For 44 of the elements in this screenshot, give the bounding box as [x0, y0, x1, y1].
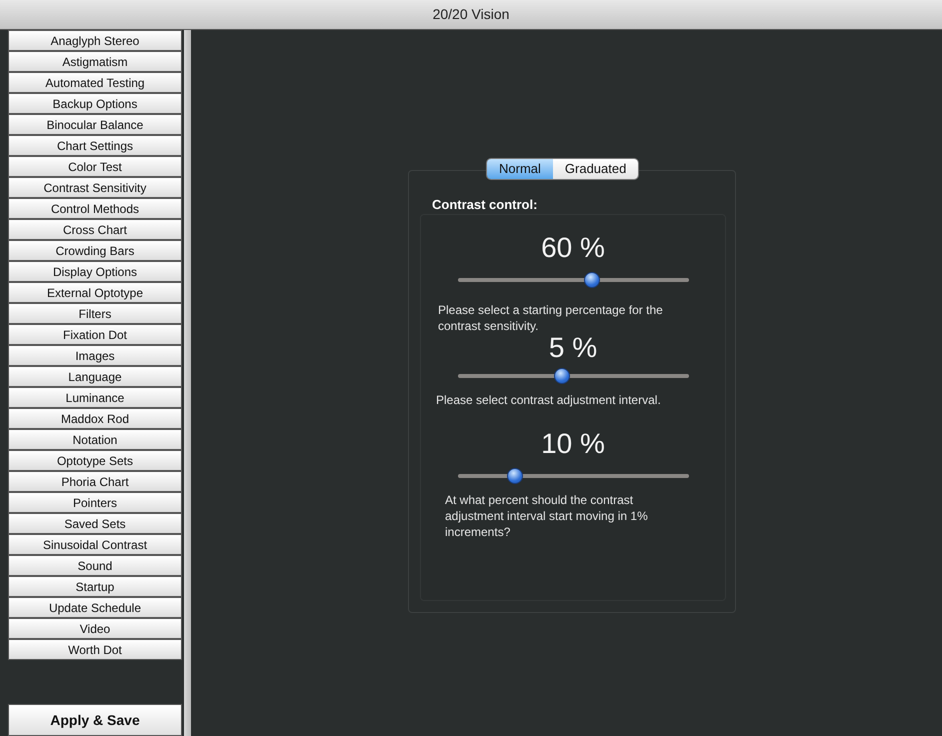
sidebar-item[interactable]: Sound — [8, 555, 182, 576]
sidebar-item[interactable]: Contrast Sensitivity — [8, 177, 182, 198]
sidebar-item[interactable]: External Optotype — [8, 282, 182, 303]
sidebar-item[interactable]: Color Test — [8, 156, 182, 177]
sidebar-item[interactable]: Sinusoidal Contrast — [8, 534, 182, 555]
sidebar-item[interactable]: Startup — [8, 576, 182, 597]
sidebar-item[interactable]: Filters — [8, 303, 182, 324]
segment-tab[interactable]: Graduated — [552, 159, 638, 179]
window-title: 20/20 Vision — [0, 0, 942, 30]
sidebar-item[interactable]: Phoria Chart — [8, 471, 182, 492]
sidebar-item[interactable]: Binocular Balance — [8, 114, 182, 135]
sidebar-item[interactable]: Crowding Bars — [8, 240, 182, 261]
sidebar-item[interactable]: Backup Options — [8, 93, 182, 114]
sidebar-item[interactable]: Saved Sets — [8, 513, 182, 534]
slider-track[interactable] — [458, 368, 688, 384]
sidebar-item[interactable]: Worth Dot — [8, 639, 182, 660]
slider-description: At what percent should the contrast adjustment interval start moving in 1% increments? — [444, 492, 649, 540]
sidebar-item[interactable]: Update Schedule — [8, 597, 182, 618]
sidebar-item[interactable]: Pointers — [8, 492, 182, 513]
sidebar-item[interactable]: Cross Chart — [8, 219, 182, 240]
sidebar-item[interactable]: Astigmatism — [8, 51, 182, 72]
sidebar-item[interactable]: Chart Settings — [8, 135, 182, 156]
apply-save-button[interactable]: Apply & Save — [8, 704, 182, 736]
slider-track[interactable] — [458, 272, 688, 288]
slider-description: Please select contrast adjustment interval. — [435, 392, 662, 408]
segment-tab[interactable]: Normal — [487, 159, 553, 179]
section-heading: Contrast control: — [432, 196, 538, 214]
sidebar-item[interactable]: Fixation Dot — [8, 324, 182, 345]
sidebar-item[interactable]: Language — [8, 366, 182, 387]
sidebar-item[interactable]: Display Options — [8, 261, 182, 282]
sidebar-item[interactable]: Images — [8, 345, 182, 366]
sidebar-item[interactable]: Optotype Sets — [8, 450, 182, 471]
sidebar-item[interactable]: Anaglyph Stereo — [8, 30, 182, 51]
slider-description: Please select a starting percentage for the contrast sensitivity. — [437, 302, 664, 334]
percent-reading: 10 % — [541, 430, 605, 458]
sidebar-item[interactable]: Automated Testing — [8, 72, 182, 93]
slider-track[interactable] — [458, 468, 688, 484]
sidebar-item[interactable]: Notation — [8, 429, 182, 450]
percent-reading: 60 % — [541, 234, 605, 262]
sidebar-item[interactable]: Luminance — [8, 387, 182, 408]
sidebar-item[interactable]: Maddox Rod — [8, 408, 182, 429]
sidebar-item[interactable]: Video — [8, 618, 182, 639]
percent-reading: 5 % — [548, 334, 598, 362]
sidebar-item[interactable]: Control Methods — [8, 198, 182, 219]
